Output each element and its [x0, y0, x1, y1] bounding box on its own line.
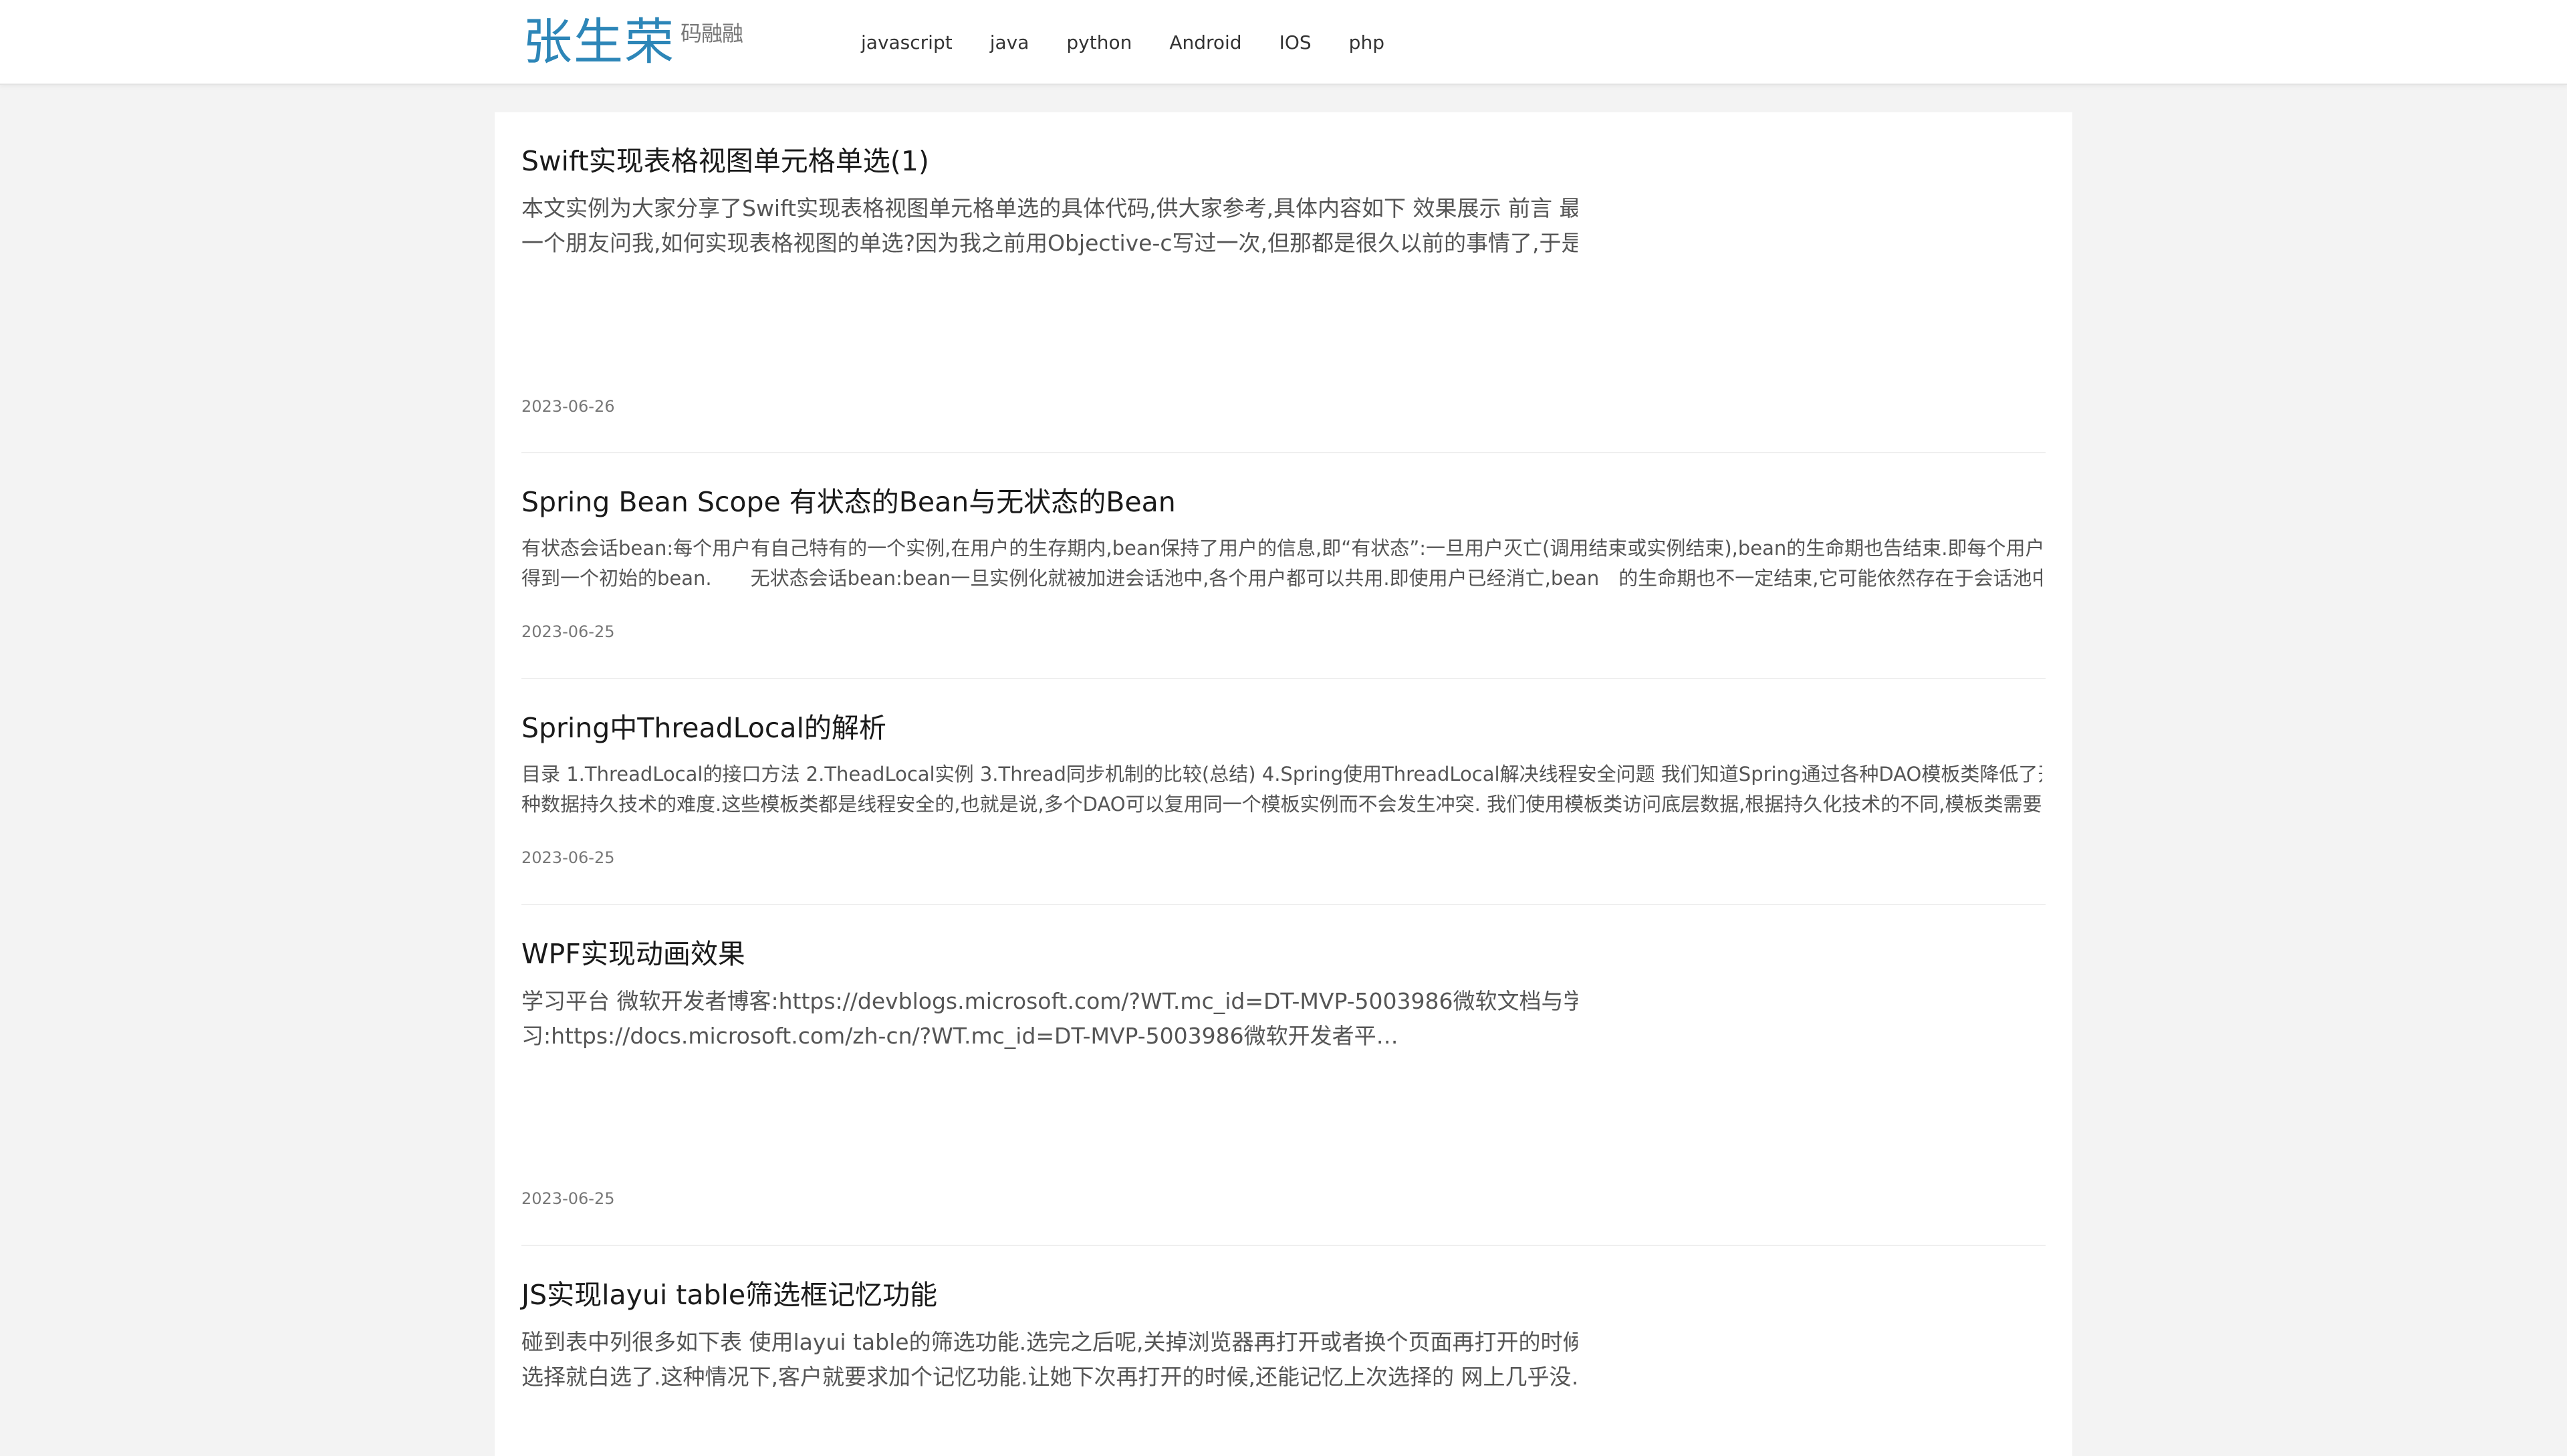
article-summary: 碰到表中列很多如下表 使用layui table的筛选功能.选完之后呢,关掉浏览…	[521, 1325, 1578, 1396]
article-item: WPF实现动画效果 学习平台 微软开发者博客:https://devblogs.…	[521, 936, 2046, 1055]
article-item: Spring中ThreadLocal的解析 目录 1.ThreadLocal的接…	[521, 710, 2046, 821]
article-summary: 目录 1.ThreadLocal的接口方法 2.TheadLocal实例 3.T…	[521, 759, 2042, 821]
site-logo[interactable]: 张生荣	[523, 12, 675, 72]
nav-item-ios[interactable]: IOS	[1279, 29, 1312, 56]
article-date: 2023-06-26	[521, 397, 615, 416]
article-summary-line: 碰到表中列很多如下表 使用layui table的筛选功能.选完之后呢,关掉浏览…	[521, 1329, 1578, 1355]
article-divider	[521, 904, 2046, 905]
nav-item-python[interactable]: python	[1066, 29, 1132, 56]
article-title[interactable]: JS实现layui table筛选框记忆功能	[521, 1277, 2046, 1313]
article-date: 2023-06-25	[521, 1189, 615, 1208]
article-divider	[521, 1245, 2046, 1246]
nav-item-android[interactable]: Android	[1169, 29, 1241, 56]
article-summary-line: 选择就白选了.这种情况下,客户就要求加个记忆功能.让她下次再打开的时候,还能记忆…	[521, 1364, 1578, 1390]
article-title[interactable]: Swift实现表格视图单元格单选(1)	[521, 143, 2046, 179]
article-item: JS实现layui table筛选框记忆功能 碰到表中列很多如下表 使用layu…	[521, 1277, 2046, 1396]
article-summary-line: 一个朋友问我,如何实现表格视图的单选?因为我之前用Objective-c写过一次…	[521, 230, 1578, 256]
article-summary-line: 有状态会话bean:每个用户有自己特有的一个实例,在用户的生存期内,bean保持…	[521, 537, 2042, 560]
top-header: 张生荣 码融融 javascript java python Android I…	[0, 0, 2567, 85]
article-title[interactable]: WPF实现动画效果	[521, 936, 2046, 972]
article-title[interactable]: Spring Bean Scope 有状态的Bean与无状态的Bean	[521, 484, 2046, 520]
article-list: Swift实现表格视图单元格单选(1) 本文实例为大家分享了Swift实现表格视…	[495, 112, 2072, 1456]
article-divider	[521, 678, 2046, 679]
article-summary-line: 得到一个初始的bean. 无状态会话bean:bean一旦实例化就被加进会话池中…	[521, 567, 2042, 590]
article-item: Spring Bean Scope 有状态的Bean与无状态的Bean 有状态会…	[521, 484, 2046, 595]
article-item: Swift实现表格视图单元格单选(1) 本文实例为大家分享了Swift实现表格视…	[521, 143, 2046, 262]
nav-item-java[interactable]: java	[990, 29, 1029, 56]
main-nav: javascript java python Android IOS php	[861, 29, 1422, 56]
article-date: 2023-06-25	[521, 622, 615, 641]
article-date: 2023-06-25	[521, 848, 615, 867]
article-summary-line: 种数据持久技术的难度.这些模板类都是线程安全的,也就是说,多个DAO可以复用同一…	[521, 793, 2042, 816]
article-title[interactable]: Spring中ThreadLocal的解析	[521, 710, 2046, 746]
article-summary: 本文实例为大家分享了Swift实现表格视图单元格单选的具体代码,供大家参考,具体…	[521, 191, 1578, 262]
article-summary: 有状态会话bean:每个用户有自己特有的一个实例,在用户的生存期内,bean保持…	[521, 533, 2042, 595]
article-summary-line: 目录 1.ThreadLocal的接口方法 2.TheadLocal实例 3.T…	[521, 763, 2042, 785]
article-summary-line: 学习平台 微软开发者博客:https://devblogs.microsoft.…	[521, 988, 1578, 1014]
nav-item-php[interactable]: php	[1349, 29, 1384, 56]
nav-item-javascript[interactable]: javascript	[861, 29, 953, 56]
article-summary: 学习平台 微软开发者博客:https://devblogs.microsoft.…	[521, 984, 1578, 1055]
article-summary-line: 本文实例为大家分享了Swift实现表格视图单元格单选的具体代码,供大家参考,具体…	[521, 195, 1578, 221]
article-divider	[521, 452, 2046, 453]
site-logo-subtitle: 码融融	[681, 21, 743, 46]
article-summary-line: 习:https://docs.microsoft.com/zh-cn/?WT.m…	[521, 1023, 1398, 1049]
